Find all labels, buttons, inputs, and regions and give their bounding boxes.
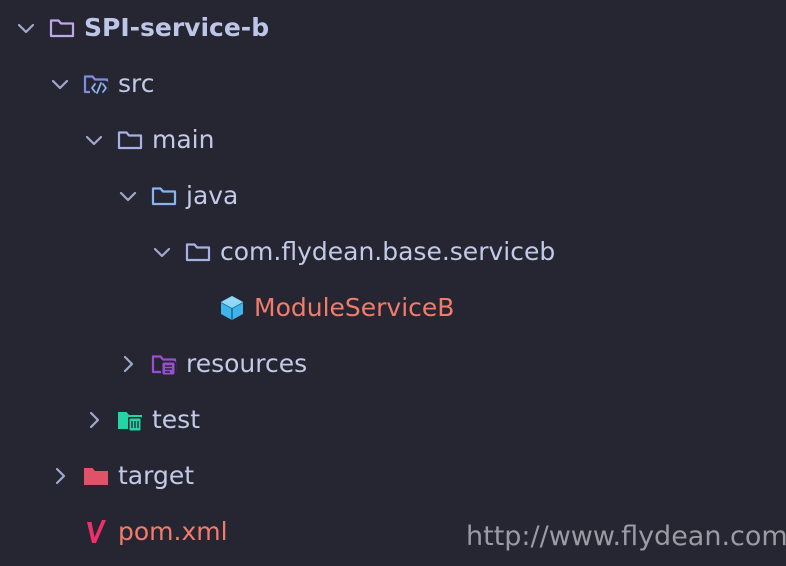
tree-item-label: resources (186, 349, 308, 378)
tree-item-label: src (118, 69, 155, 98)
resources-folder-icon (151, 355, 177, 376)
tree-item-main[interactable]: main (0, 112, 786, 168)
tree-item-label: java (186, 181, 239, 210)
tree-item-module-service-b[interactable]: ModuleServiceB (0, 280, 786, 336)
test-folder-icon (118, 412, 142, 432)
java-class-icon (220, 296, 244, 320)
tree-item-label: SPI-service-b (84, 13, 270, 42)
tree-item-label: ModuleServiceB (254, 293, 455, 322)
tree-item-resources[interactable]: resources (0, 336, 786, 392)
chevron-down-icon[interactable] (14, 16, 38, 40)
tree-item-spi-service-b[interactable]: SPI-service-b (0, 0, 786, 56)
chevron-down-icon[interactable] (116, 184, 140, 208)
chevron-down-icon[interactable] (82, 128, 106, 152)
folder-icon (185, 243, 211, 262)
project-tree: SPI-service-b src main java com.flydean.… (0, 0, 786, 566)
tree-item-src[interactable]: src (0, 56, 786, 112)
tree-item-label: test (152, 405, 201, 434)
tree-item-package[interactable]: com.flydean.base.serviceb (0, 224, 786, 280)
tree-item-label: pom.xml (118, 517, 228, 546)
maven-icon (87, 520, 106, 543)
folder-icon (49, 19, 75, 38)
chevron-right-icon[interactable] (82, 408, 106, 432)
chevron-down-icon[interactable] (150, 240, 174, 264)
watermark-text: http://www.flydean.com (466, 521, 786, 552)
tree-item-label: target (118, 461, 195, 490)
tree-item-test[interactable]: test (0, 392, 786, 448)
folder-icon (117, 131, 143, 150)
chevron-right-icon[interactable] (116, 352, 140, 376)
tree-item-label: com.flydean.base.serviceb (220, 237, 556, 266)
tree-item-target[interactable]: target (0, 448, 786, 504)
folder-icon (151, 187, 177, 206)
tree-item-java[interactable]: java (0, 168, 786, 224)
folder-icon (84, 468, 108, 485)
chevron-right-icon[interactable] (48, 464, 72, 488)
tree-item-label: main (152, 125, 215, 154)
chevron-down-icon[interactable] (48, 72, 72, 96)
source-folder-icon (83, 75, 109, 95)
